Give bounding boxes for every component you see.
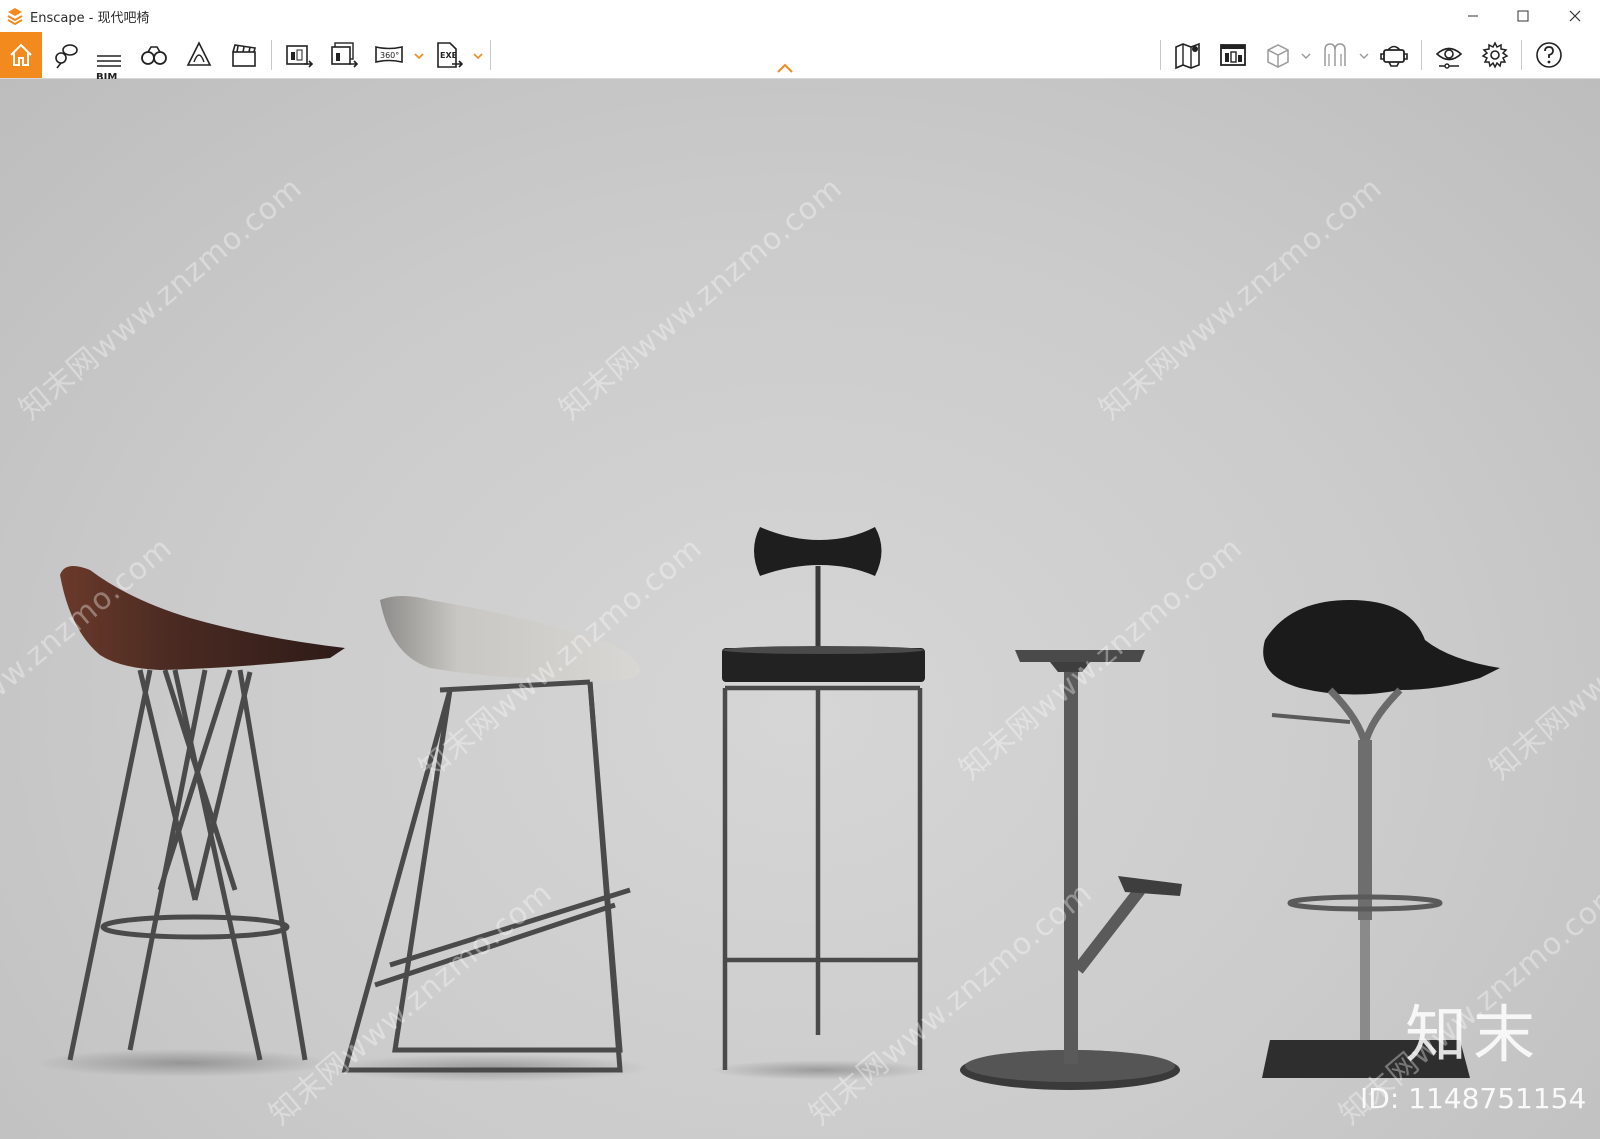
cube-dropdown-icon[interactable] xyxy=(1300,50,1312,62)
export-image-button[interactable] xyxy=(280,36,318,74)
cube-button[interactable] xyxy=(1259,36,1297,74)
map-button[interactable] xyxy=(1169,36,1207,74)
alerts-button[interactable] xyxy=(180,36,218,74)
minimize-button[interactable] xyxy=(1448,0,1498,32)
export-dropdown-icon[interactable] xyxy=(472,50,484,62)
vr-button[interactable] xyxy=(1375,36,1413,74)
toolbar-separator xyxy=(490,40,491,70)
exe-label: EXE xyxy=(440,51,457,60)
enscape-logo-icon xyxy=(7,8,23,25)
stool-black-backrest xyxy=(710,527,930,1080)
bell-icon xyxy=(186,41,212,66)
batch-export-button[interactable] xyxy=(325,36,363,74)
map-icon xyxy=(1175,42,1200,70)
toolbar-separator xyxy=(1421,40,1422,70)
panorama-dropdown-icon[interactable] xyxy=(413,50,425,62)
light-view-icon xyxy=(1324,43,1346,66)
light-view-dropdown-icon[interactable] xyxy=(1358,50,1370,62)
watermark-id: ID: 1148751154 xyxy=(1360,1082,1587,1115)
title-bar: Enscape - 现代吧椅 xyxy=(0,0,1600,32)
maximize-button[interactable] xyxy=(1498,0,1548,32)
home-button[interactable] xyxy=(0,32,42,78)
batch-export-icon xyxy=(331,42,359,68)
toolbar-separator xyxy=(1521,40,1522,70)
binoculars-button[interactable] xyxy=(135,36,173,74)
stool-wood-seat xyxy=(35,566,345,1077)
location-chat-icon xyxy=(55,44,78,69)
bim-button[interactable] xyxy=(90,36,128,74)
vr-headset-icon xyxy=(1380,45,1408,67)
settings-gear-icon xyxy=(1481,41,1509,69)
cube-icon xyxy=(1267,44,1289,68)
light-view-button[interactable] xyxy=(1316,36,1354,74)
asset-library-icon xyxy=(1220,44,1246,66)
minimize-icon xyxy=(1468,15,1478,17)
panorama-button[interactable]: 360° xyxy=(370,36,408,74)
export-exe-icon: EXE xyxy=(437,42,464,68)
visibility-button[interactable] xyxy=(1430,36,1468,74)
clapperboard-icon xyxy=(232,44,256,67)
export-exe-button[interactable]: EXE xyxy=(430,36,468,74)
visibility-eye-icon xyxy=(1435,47,1463,69)
binoculars-icon xyxy=(141,46,167,65)
help-icon xyxy=(1536,42,1562,68)
panorama-360-icon: 360° xyxy=(375,45,403,64)
close-icon xyxy=(1569,10,1581,22)
video-editor-button[interactable] xyxy=(225,36,263,74)
collapse-chevron-up-icon[interactable] xyxy=(776,62,794,74)
toolbar-separator xyxy=(1160,40,1161,70)
settings-button[interactable] xyxy=(1476,36,1514,74)
asset-library-button[interactable] xyxy=(1214,36,1252,74)
home-icon xyxy=(10,43,32,66)
panorama-label: 360° xyxy=(380,51,399,60)
toolbar: BIM 360° EXE xyxy=(0,32,1600,83)
window-title: Enscape - 现代吧椅 xyxy=(30,10,150,26)
views-button[interactable] xyxy=(46,36,84,74)
maximize-icon xyxy=(1517,10,1529,22)
watermark-brand: 知末 xyxy=(1405,998,1542,1071)
render-viewport[interactable]: 知末网www.znzmo.com 知末网www.znzmo.com 知末网www… xyxy=(0,79,1600,1139)
toolbar-separator xyxy=(271,40,272,70)
help-button[interactable] xyxy=(1530,36,1568,74)
export-image-icon xyxy=(286,45,314,68)
bim-icon xyxy=(97,55,121,67)
close-button[interactable] xyxy=(1550,0,1600,32)
